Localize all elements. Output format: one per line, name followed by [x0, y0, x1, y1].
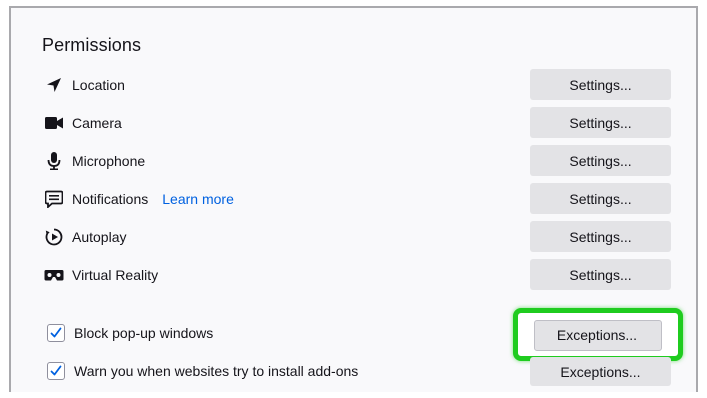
warn-addons-label: Warn you when websites try to install ad… — [74, 363, 359, 379]
permission-label-autoplay: Autoplay — [72, 229, 127, 245]
warn-addons-exceptions-button[interactable]: Exceptions... — [530, 357, 671, 386]
checkmark-icon — [50, 365, 62, 376]
permission-row-location: Location Settings... — [44, 69, 674, 101]
microphone-icon — [44, 152, 64, 170]
autoplay-icon — [44, 228, 64, 246]
camera-settings-button[interactable]: Settings... — [530, 107, 671, 138]
permission-label-virtual-reality: Virtual Reality — [72, 267, 159, 283]
permission-row-virtual-reality: Virtual Reality Settings... — [44, 259, 674, 291]
permission-row-notifications: Notifications Learn more Settings... — [44, 183, 674, 215]
checkmark-icon — [50, 327, 62, 338]
warn-addons-checkbox[interactable] — [47, 362, 65, 380]
virtual-reality-settings-button[interactable]: Settings... — [530, 259, 671, 290]
permission-label-location: Location — [72, 77, 125, 93]
warn-addons-row: Warn you when websites try to install ad… — [44, 357, 674, 389]
location-arrow-icon — [44, 76, 64, 94]
permission-label-microphone: Microphone — [72, 153, 146, 169]
vr-headset-icon — [44, 266, 64, 284]
permission-row-camera: Camera Settings... — [44, 107, 674, 139]
notifications-settings-button[interactable]: Settings... — [530, 183, 671, 214]
microphone-settings-button[interactable]: Settings... — [530, 145, 671, 176]
notifications-icon — [44, 190, 64, 208]
location-settings-button[interactable]: Settings... — [530, 69, 671, 100]
autoplay-settings-button[interactable]: Settings... — [530, 221, 671, 252]
camera-icon — [44, 114, 64, 132]
block-popups-label: Block pop-up windows — [74, 325, 214, 341]
highlight-ring: Exceptions... — [513, 308, 683, 361]
block-popups-checkbox[interactable] — [47, 324, 65, 342]
permission-row-microphone: Microphone Settings... — [44, 145, 674, 177]
permission-label-camera: Camera — [72, 115, 122, 131]
learn-more-link[interactable]: Learn more — [162, 191, 234, 207]
block-popups-exceptions-button[interactable]: Exceptions... — [534, 320, 660, 349]
permission-row-autoplay: Autoplay Settings... — [44, 221, 674, 253]
notifications-label-text: Notifications — [72, 191, 149, 207]
permission-label-notifications: Notifications Learn more — [72, 191, 234, 207]
section-title-permissions: Permissions — [42, 35, 142, 55]
